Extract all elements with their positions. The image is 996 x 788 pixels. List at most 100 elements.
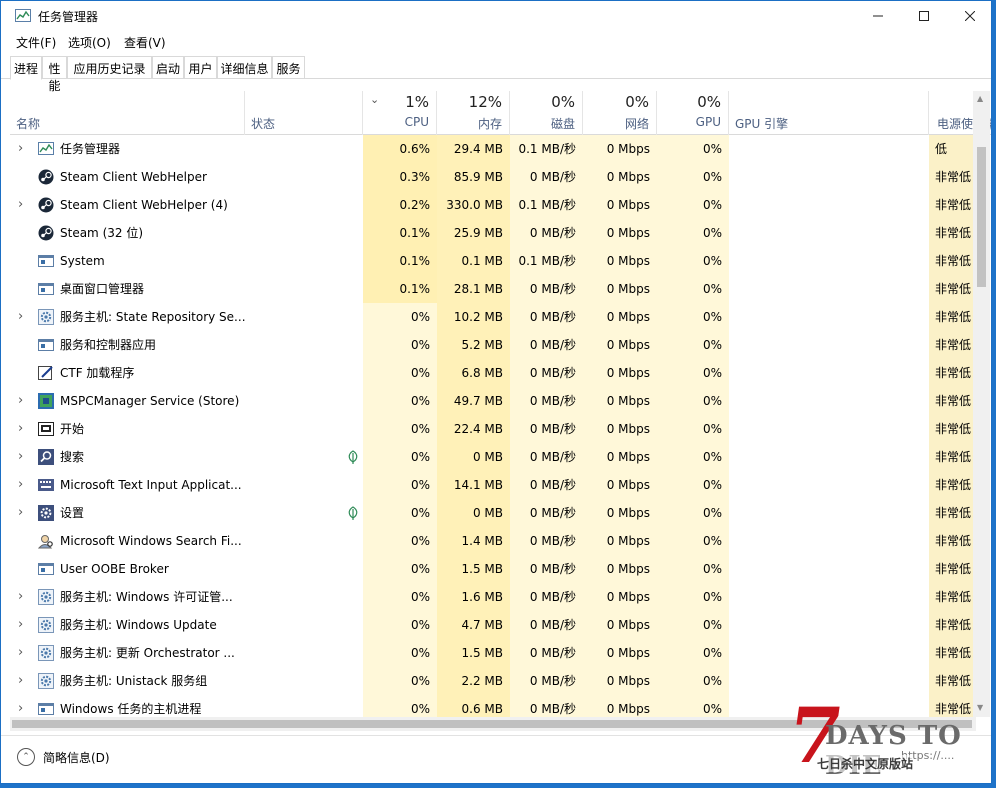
process-row[interactable]: CTF 加载程序 0% 6.8 MB 0 MB/秒 0 Mbps 0% 非常低	[10, 359, 991, 387]
expand-chevron-icon[interactable]: ›	[18, 667, 28, 695]
cpu-cell: 0.3%	[363, 163, 437, 191]
process-row[interactable]: › 任务管理器 0.6% 29.4 MB 0.1 MB/秒 0 Mbps 0% 低	[10, 135, 991, 163]
gpu-cell: 0%	[657, 667, 729, 695]
expand-chevron-icon[interactable]: ›	[18, 415, 28, 443]
expand-chevron-icon[interactable]: ›	[18, 639, 28, 667]
power-cell: 非常低	[929, 583, 973, 611]
process-row[interactable]: Steam (32 位) 0.1% 25.9 MB 0 MB/秒 0 Mbps 0% 非常低	[10, 219, 991, 247]
memory-cell: 1.4 MB	[437, 527, 510, 555]
process-name: Windows 任务的主机进程	[60, 702, 202, 716]
disk-cell: 0 MB/秒	[510, 415, 583, 443]
process-row[interactable]: User OOBE Broker 0% 1.5 MB 0 MB/秒 0 Mbps 0% 非常…	[10, 555, 991, 583]
process-row[interactable]: › 服务主机: Windows 许可证管... 0% 1.6 MB 0 MB/秒 0 Mb…	[10, 583, 991, 611]
process-row[interactable]: › 服务主机: 更新 Orchestrator ... 0% 1.5 MB 0 MB/秒…	[10, 639, 991, 667]
memory-cell: 4.7 MB	[437, 611, 510, 639]
tab-5[interactable]: 详细信息	[217, 56, 272, 79]
task-manager-icon	[38, 141, 54, 157]
gpu-engine-cell	[729, 639, 929, 667]
expand-chevron-icon[interactable]: ›	[18, 583, 28, 611]
expand-chevron-icon[interactable]: ›	[18, 611, 28, 639]
cpu-cell: 0%	[363, 359, 437, 387]
expand-chevron-icon[interactable]: ›	[18, 135, 28, 163]
network-cell: 0 Mbps	[583, 555, 657, 583]
column-name-header[interactable]: 名称	[10, 91, 244, 135]
gpu-engine-cell	[729, 443, 929, 471]
scroll-up-arrow-icon[interactable]: ▲	[977, 94, 983, 103]
column-cpu-header[interactable]: ⌄ 1% CPU	[363, 91, 437, 135]
maximize-button[interactable]	[901, 1, 947, 31]
expand-chevron-icon[interactable]: ›	[18, 443, 28, 471]
expand-chevron-icon[interactable]: ›	[18, 499, 28, 527]
steam-icon	[38, 197, 54, 213]
collapse-up-icon[interactable]: ⌃	[17, 748, 35, 766]
tab-4[interactable]: 用户	[184, 56, 217, 79]
process-row[interactable]: Microsoft Windows Search Fi... 0% 1.4 MB 0 …	[10, 527, 991, 555]
expand-chevron-icon[interactable]: ›	[18, 303, 28, 331]
disk-cell: 0 MB/秒	[510, 359, 583, 387]
suspended-leaf-icon	[347, 506, 359, 520]
menu-file[interactable]: 文件(F)	[16, 34, 56, 51]
gpu-cell: 0%	[657, 555, 729, 583]
memory-cell: 1.6 MB	[437, 583, 510, 611]
menu-view[interactable]: 查看(V)	[124, 34, 166, 51]
column-status-header[interactable]: 状态	[244, 91, 363, 135]
column-gpu-header[interactable]: 0% GPU	[657, 91, 729, 135]
gpu-engine-cell	[729, 555, 929, 583]
process-row[interactable]: 桌面窗口管理器 0.1% 28.1 MB 0 MB/秒 0 Mbps 0% 非常低	[10, 275, 991, 303]
expand-chevron-icon[interactable]: ›	[18, 695, 28, 717]
expand-chevron-icon[interactable]: ›	[18, 387, 28, 415]
maximize-icon	[919, 11, 929, 21]
process-row[interactable]: › Steam Client WebHelper (4) 0.2% 330.0 MB 0…	[10, 191, 991, 219]
search-user-icon	[37, 533, 54, 549]
close-button[interactable]	[947, 1, 991, 31]
process-name: 服务和控制器应用	[60, 338, 157, 352]
tab-1[interactable]: 性能	[42, 56, 67, 93]
disk-cell: 0.1 MB/秒	[510, 191, 583, 219]
column-gpu-engine-header[interactable]: GPU 引擎	[729, 91, 929, 135]
gpu-engine-cell	[729, 471, 929, 499]
cpu-cell: 0.6%	[363, 135, 437, 163]
vertical-scrollbar[interactable]: ▲ ▼	[973, 91, 990, 717]
network-cell: 0 Mbps	[583, 303, 657, 331]
tab-3[interactable]: 启动	[152, 56, 184, 79]
tab-6[interactable]: 服务	[272, 56, 305, 79]
minimize-button[interactable]	[855, 1, 901, 31]
tab-2[interactable]: 应用历史记录	[67, 56, 152, 79]
memory-cell: 5.2 MB	[437, 331, 510, 359]
power-cell: 非常低	[929, 331, 973, 359]
expand-chevron-icon[interactable]: ›	[18, 471, 28, 499]
disk-cell: 0 MB/秒	[510, 527, 583, 555]
expand-chevron-icon[interactable]: ›	[18, 191, 28, 219]
gpu-engine-cell	[729, 247, 929, 275]
gpu-engine-cell	[729, 191, 929, 219]
column-network-percent: 0%	[625, 93, 649, 111]
process-row[interactable]: › 服务主机: State Repository Se... 0% 10.2 MB 0 …	[10, 303, 991, 331]
gpu-engine-cell	[729, 163, 929, 191]
process-row[interactable]: › Microsoft Text Input Applicat... 0% 14.1 …	[10, 471, 991, 499]
process-name: 搜索	[60, 450, 85, 464]
process-row[interactable]: › 搜索 0% 0 MB 0 MB/秒 0 Mbps 0% 非常低	[10, 443, 991, 471]
cpu-cell: 0%	[363, 667, 437, 695]
system-window-icon	[38, 701, 54, 717]
fewer-details-button[interactable]: 简略信息(D)	[43, 749, 110, 766]
process-row[interactable]: Steam Client WebHelper 0.3% 85.9 MB 0 MB/秒 0…	[10, 163, 991, 191]
process-name: User OOBE Broker	[60, 562, 169, 576]
process-row[interactable]: › 服务主机: Windows Update 0% 4.7 MB 0 MB/秒 0 Mbp…	[10, 611, 991, 639]
process-row[interactable]: 服务和控制器应用 0% 5.2 MB 0 MB/秒 0 Mbps 0% 非常低	[10, 331, 991, 359]
menu-options[interactable]: 选项(O)	[68, 34, 111, 51]
gpu-cell: 0%	[657, 443, 729, 471]
process-row[interactable]: › 开始 0% 22.4 MB 0 MB/秒 0 Mbps 0% 非常低	[10, 415, 991, 443]
column-network-header[interactable]: 0% 网络	[583, 91, 657, 135]
cpu-cell: 0%	[363, 639, 437, 667]
column-disk-header[interactable]: 0% 磁盘	[510, 91, 583, 135]
gear-icon	[38, 309, 54, 325]
process-row[interactable]: › MSPCManager Service (Store) 0% 49.7 MB 0 M…	[10, 387, 991, 415]
process-row[interactable]: › 设置 0% 0 MB 0 MB/秒 0 Mbps 0% 非常低	[10, 499, 991, 527]
vertical-scroll-thumb[interactable]	[977, 147, 986, 287]
column-memory-header[interactable]: 12% 内存	[437, 91, 510, 135]
process-name: 设置	[60, 506, 85, 520]
process-row[interactable]: System 0.1% 0.1 MB 0.1 MB/秒 0 Mbps 0% 非常低	[10, 247, 991, 275]
tab-0[interactable]: 进程	[10, 56, 42, 80]
cpu-cell: 0%	[363, 527, 437, 555]
column-status-label: 状态	[251, 117, 276, 131]
